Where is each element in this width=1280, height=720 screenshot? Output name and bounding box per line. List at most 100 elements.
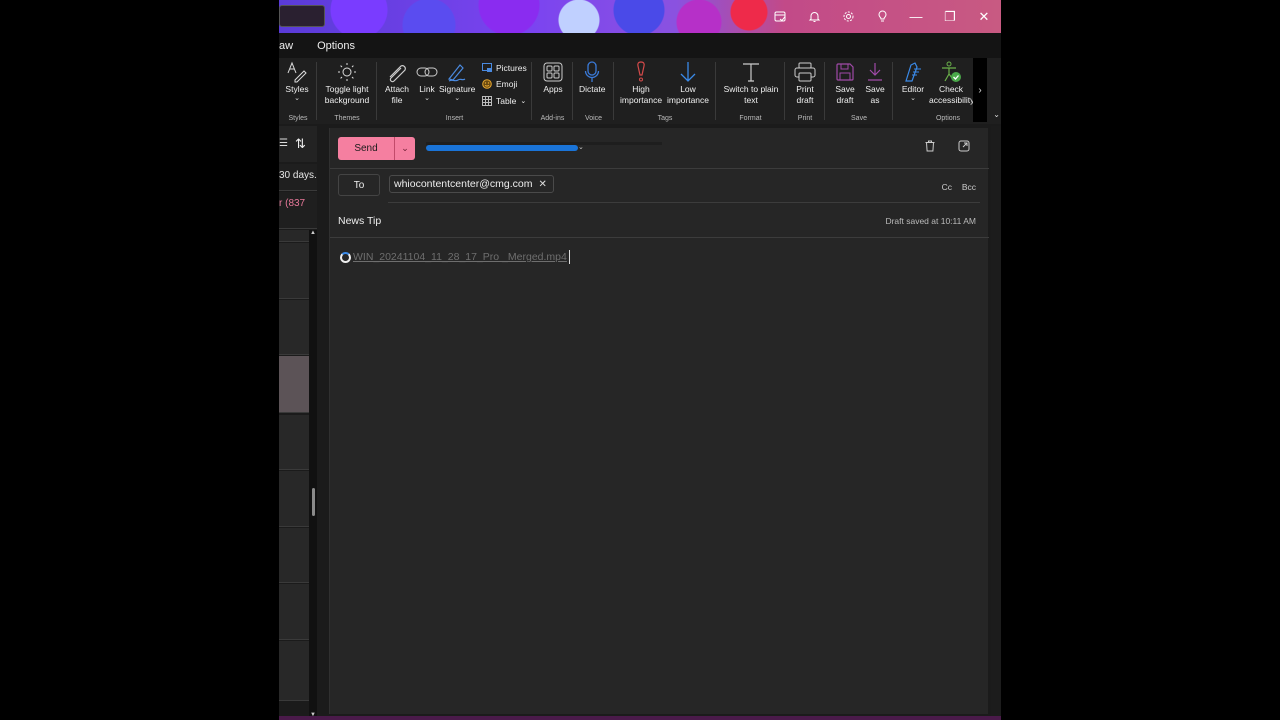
chevron-down-icon: ⌄ <box>910 95 916 102</box>
minimize-button[interactable]: — <box>899 0 933 33</box>
gear-icon[interactable] <box>831 0 865 33</box>
message-list-header: ☰ ⇅ <box>279 126 317 162</box>
ribbon-scroll-right-button[interactable]: › <box>973 58 987 122</box>
sun-icon <box>335 60 359 84</box>
outlook-window: — ❐ ✕ aw Options Styles ⌄ Styles Toggle … <box>279 0 1001 720</box>
scroll-up-icon[interactable]: ▲ <box>310 230 316 236</box>
restore-button[interactable]: ❐ <box>933 0 967 33</box>
dictate-label: Dictate <box>579 84 606 94</box>
message-list-item[interactable] <box>279 584 309 640</box>
from-address-redacted <box>426 145 578 151</box>
group-label: Print <box>797 115 813 122</box>
attachment-link[interactable]: WIN_20241104_11_28_17_Pro _Merged.mp4 <box>340 250 570 264</box>
chevron-down-icon: ⌄ <box>294 95 300 102</box>
bcc-button[interactable]: Bcc <box>962 182 976 192</box>
my-day-icon[interactable] <box>763 0 797 33</box>
save-draft-label: Save draft <box>835 84 855 105</box>
save-as-button[interactable]: Save as <box>863 60 887 106</box>
recipient-address: whiocontentcenter@cmg.com <box>394 178 533 190</box>
remove-recipient-icon[interactable]: ✕ <box>538 179 546 190</box>
group-label: Format <box>739 115 762 122</box>
editor-button[interactable]: Editor ⌄ <box>901 60 925 103</box>
cc-button[interactable]: Cc <box>942 182 952 192</box>
apps-icon <box>541 60 565 84</box>
message-list-item[interactable] <box>279 528 309 583</box>
lightbulb-icon[interactable] <box>865 0 899 33</box>
apps-label: Apps <box>543 84 563 94</box>
to-button[interactable]: To <box>338 174 380 196</box>
save-draft-button[interactable]: Save draft <box>833 60 857 106</box>
search-box[interactable] <box>279 5 325 27</box>
picture-icon <box>481 62 493 74</box>
ribbon-group-print: Print draft Print <box>785 58 825 124</box>
send-options-dropdown[interactable]: ⌄ <box>394 137 415 160</box>
group-label: Add-ins <box>540 115 565 122</box>
title-bar: — ❐ ✕ <box>279 0 1001 33</box>
window-edge <box>991 126 1001 720</box>
pictures-button[interactable]: Pictures <box>481 62 527 74</box>
message-list-item[interactable] <box>279 243 309 299</box>
filter-icon[interactable]: ☰ <box>279 138 288 149</box>
chevron-down-icon: ⌄ <box>520 98 527 105</box>
attach-file-button[interactable]: Attach file <box>383 60 411 106</box>
print-draft-label: Print draft <box>796 84 814 105</box>
emoji-button[interactable]: Emoji <box>481 78 517 90</box>
message-list-scrollbar[interactable]: ▲ ▼ <box>309 230 317 720</box>
delete-draft-icon[interactable] <box>924 140 938 154</box>
table-button[interactable]: Table ⌄ <box>481 95 526 107</box>
sort-icon[interactable]: ⇅ <box>295 136 306 152</box>
from-field[interactable]: ⌄ <box>426 142 662 152</box>
recipient-chip[interactable]: whiocontentcenter@cmg.com ✕ <box>389 175 554 193</box>
send-button[interactable]: Send <box>338 137 394 160</box>
scrollbar-thumb[interactable] <box>312 488 315 516</box>
check-accessibility-button[interactable]: Check accessibility <box>929 60 973 106</box>
ribbon-group-insert: Attach file Link ⌄ Signature ⌄ Pictures … <box>377 58 532 124</box>
save-as-label: Save as <box>865 84 885 105</box>
ribbon-group-tags: High importance Low importance Tags <box>614 58 716 124</box>
message-list-item[interactable] <box>279 356 309 413</box>
subject-field[interactable]: News Tip <box>338 215 381 227</box>
message-list-item[interactable] <box>279 300 309 355</box>
bell-icon[interactable] <box>797 0 831 33</box>
emoji-icon <box>481 78 493 90</box>
editor-label: Editor <box>901 84 925 94</box>
tab-options[interactable]: Options <box>317 40 367 52</box>
switch-to-plain-text-button[interactable]: Switch to plain text <box>721 60 781 106</box>
low-importance-button[interactable]: Low importance <box>666 60 710 106</box>
tab-draw[interactable]: aw <box>279 40 305 52</box>
high-importance-button[interactable]: High importance <box>620 60 662 106</box>
styles-button[interactable]: Styles ⌄ <box>285 60 309 103</box>
signature-button[interactable]: Signature ⌄ <box>439 60 475 103</box>
message-list-item[interactable] <box>279 471 309 527</box>
loading-spinner-icon <box>340 251 351 263</box>
message-list-item[interactable] <box>279 641 309 701</box>
toggle-light-background-button[interactable]: Toggle light background <box>323 60 371 106</box>
text-icon <box>739 60 763 84</box>
pictures-label: Pictures <box>496 63 527 73</box>
attach-file-label: Attach file <box>384 84 410 105</box>
group-label: Save <box>851 115 867 122</box>
attachment-name[interactable]: WIN_20241104_11_28_17_Pro _Merged.mp4 <box>353 251 567 263</box>
pop-out-icon[interactable] <box>958 140 972 154</box>
ribbon-group-voice: Dictate Voice <box>573 58 614 124</box>
table-label: Table <box>496 96 517 106</box>
link-button[interactable]: Link ⌄ <box>415 60 439 103</box>
message-list-item[interactable]: 30 days. <box>279 164 317 191</box>
ribbon-expand-button[interactable]: ⌄ <box>993 110 1000 119</box>
message-list-item[interactable] <box>279 415 309 470</box>
print-draft-button[interactable]: Print draft <box>793 60 817 106</box>
message-list-item[interactable] <box>279 230 309 242</box>
chevron-down-icon[interactable]: ⌄ <box>578 143 584 151</box>
table-icon <box>481 95 493 107</box>
message-list-item[interactable]: r (837 <box>279 192 317 229</box>
dictate-button[interactable]: Dictate <box>579 60 605 95</box>
group-label: Options <box>935 115 961 122</box>
close-button[interactable]: ✕ <box>967 0 1001 33</box>
group-label: Voice <box>584 115 603 122</box>
arrow-down-icon <box>676 60 700 84</box>
paperclip-icon <box>385 60 409 84</box>
accessibility-icon <box>939 60 963 84</box>
menu-tabs: aw Options <box>279 33 1001 58</box>
send-button-group: Send ⌄ <box>338 137 415 160</box>
apps-button[interactable]: Apps <box>541 60 565 95</box>
